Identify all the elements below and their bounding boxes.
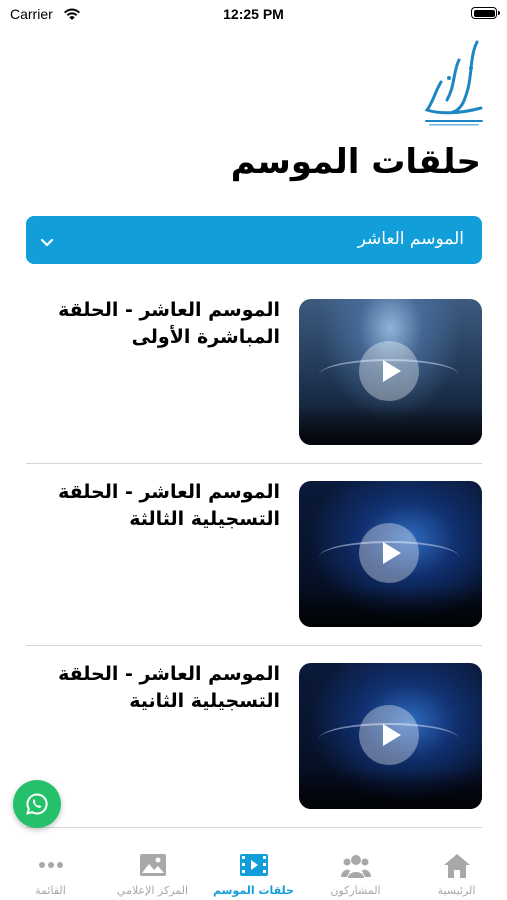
- whatsapp-button[interactable]: [13, 780, 61, 828]
- tab-media-center[interactable]: المركز الإعلامي: [102, 840, 203, 900]
- tab-label: المشاركون: [330, 884, 381, 897]
- episode-thumbnail[interactable]: [299, 481, 482, 627]
- episode-item[interactable]: الموسم العاشر - الحلقة التسجيلية الثانية: [26, 663, 482, 809]
- audience-shadow: [299, 405, 482, 445]
- episode-thumbnail[interactable]: [299, 663, 482, 809]
- tab-home[interactable]: الرئيسية: [406, 840, 507, 900]
- battery-icon: [471, 7, 500, 19]
- episode-title: الموسم العاشر - الحلقة التسجيلية الثانية: [58, 663, 280, 712]
- episode-thumbnail[interactable]: [299, 299, 482, 445]
- episode-item[interactable]: الموسم العاشر - الحلقة المباشرة الأولى: [26, 299, 482, 445]
- tab-label: حلقات الموسم: [213, 884, 294, 897]
- season-dropdown-value: الموسم العاشر: [357, 229, 464, 249]
- play-icon[interactable]: [359, 341, 419, 401]
- tab-participants[interactable]: المشاركون: [305, 840, 406, 900]
- episode-title: الموسم العاشر - الحلقة المباشرة الأولى: [58, 299, 280, 348]
- bottom-tab-bar: الرئيسية المشاركون حلقات الموسم المركز ا…: [0, 840, 507, 900]
- tab-episodes[interactable]: حلقات الموسم: [203, 840, 304, 900]
- play-icon[interactable]: [359, 523, 419, 583]
- play-icon[interactable]: [359, 705, 419, 765]
- season-dropdown[interactable]: الموسم العاشر: [26, 216, 482, 264]
- video-icon: [239, 853, 269, 881]
- tab-menu[interactable]: القائمة: [0, 840, 101, 900]
- episode-title: الموسم العاشر - الحلقة التسجيلية الثالثة: [58, 481, 280, 530]
- episode-item[interactable]: الموسم العاشر - الحلقة التسجيلية الثالثة: [26, 481, 482, 627]
- audience-shadow: [299, 587, 482, 627]
- divider: [26, 645, 482, 646]
- participants-icon: [340, 853, 371, 883]
- audience-shadow: [299, 769, 482, 809]
- home-icon: [443, 853, 471, 883]
- image-icon: [139, 853, 167, 881]
- status-bar: Carrier 12:25 PM: [0, 0, 507, 30]
- prince-of-poets-logo: [419, 38, 489, 130]
- page-title: حلقات الموسم: [230, 142, 481, 182]
- tab-label: الرئيسية: [437, 884, 476, 897]
- whatsapp-icon: [26, 793, 48, 815]
- tab-label: المركز الإعلامي: [116, 884, 189, 897]
- chevron-down-icon: [40, 233, 54, 252]
- more-icon: [37, 853, 65, 881]
- tab-label: القائمة: [35, 884, 66, 897]
- clock: 12:25 PM: [223, 6, 284, 22]
- divider: [26, 463, 482, 464]
- divider: [26, 827, 482, 828]
